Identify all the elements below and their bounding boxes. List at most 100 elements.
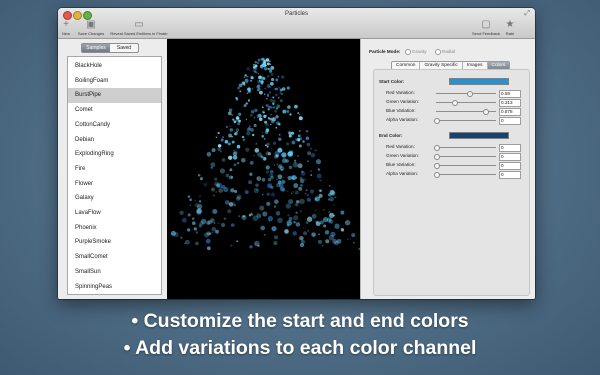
title-bar: Particles ⤢ + New ▣ Save Changes ▭ Revea… xyxy=(58,8,535,39)
send-feedback-button[interactable]: ▢ Send Feedback xyxy=(469,20,503,37)
particle xyxy=(292,231,297,236)
particle xyxy=(275,126,278,129)
rate-button[interactable]: ★ Rate xyxy=(503,20,517,37)
start-green-variation-slider[interactable] xyxy=(436,100,496,106)
particle xyxy=(269,106,273,109)
particle xyxy=(280,186,283,189)
tab-images[interactable]: Images xyxy=(463,62,488,69)
particle xyxy=(229,168,233,172)
end-alpha-variation-field[interactable]: 0 xyxy=(499,171,521,179)
emitter-list-item[interactable]: SmallSun xyxy=(68,265,161,280)
particle xyxy=(329,213,332,216)
end-green-variation-label: Green Variation: xyxy=(386,153,420,158)
particle xyxy=(257,113,262,118)
emitter-list-item[interactable]: CottonCandy xyxy=(68,118,161,133)
emitter-list-item[interactable]: BlackHole xyxy=(68,59,161,74)
particle xyxy=(189,204,192,207)
tab-gravity-specific[interactable]: Gravity Specific xyxy=(420,62,463,69)
radial-radio[interactable] xyxy=(435,49,441,55)
emitter-list-item[interactable]: SpinningPeas xyxy=(68,280,161,295)
particle xyxy=(221,185,226,189)
start-red-variation-field[interactable]: 0.59 xyxy=(499,90,521,98)
particle xyxy=(300,171,306,176)
start-alpha-variation-slider[interactable] xyxy=(434,118,496,124)
particle xyxy=(255,143,257,145)
particle xyxy=(318,233,320,236)
particle xyxy=(265,103,269,107)
end-green-variation-slider[interactable] xyxy=(434,154,496,160)
segment-samples[interactable]: Samples xyxy=(82,44,110,52)
particle xyxy=(265,126,267,129)
end-color-well[interactable] xyxy=(449,132,509,139)
emitter-list-item[interactable]: Comet xyxy=(68,103,161,118)
end-blue-variation-field[interactable]: 0 xyxy=(499,162,521,170)
particle xyxy=(341,228,345,232)
particle xyxy=(218,188,224,193)
end-red-variation-field[interactable]: 0 xyxy=(499,144,521,152)
particle xyxy=(276,163,279,165)
particle-mode-label: Particle Mode: xyxy=(369,49,401,54)
particle xyxy=(297,155,300,157)
start-alpha-variation-field[interactable]: 0 xyxy=(499,117,521,125)
emitter-list-item[interactable]: BurstPipe xyxy=(68,88,161,104)
end-blue-variation-knob[interactable] xyxy=(434,163,440,169)
emitter-list-item[interactable]: ExplodingRing xyxy=(68,147,161,162)
emitter-list-item[interactable]: Phoenix xyxy=(68,221,161,236)
start-green-variation-knob[interactable] xyxy=(451,100,458,106)
particle xyxy=(246,131,251,136)
start-color-well[interactable] xyxy=(449,78,509,85)
particle xyxy=(244,190,249,195)
end-alpha-variation-slider[interactable] xyxy=(434,172,496,178)
particle xyxy=(266,94,270,98)
particle-preview-canvas[interactable] xyxy=(167,39,361,299)
emitter-list-item[interactable]: Galaxy xyxy=(68,191,161,206)
plus-icon: + xyxy=(63,19,69,30)
new-button-label: New xyxy=(61,31,70,36)
particle xyxy=(299,137,303,140)
start-blue-variation-knob[interactable] xyxy=(483,109,490,115)
start-red-variation-knob[interactable] xyxy=(467,91,474,97)
emitter-list-item[interactable]: Fire xyxy=(68,162,161,177)
end-green-variation-field[interactable]: 0 xyxy=(499,153,521,161)
particle xyxy=(272,106,275,109)
emitter-list-item[interactable]: BoilingFoam xyxy=(68,74,161,89)
start-green-variation-field[interactable]: 0.313 xyxy=(499,99,521,107)
tab-common[interactable]: Common xyxy=(392,62,421,69)
particle xyxy=(269,68,273,71)
end-alpha-variation-knob[interactable] xyxy=(434,172,440,178)
emitter-list-item[interactable]: SmallComet xyxy=(68,250,161,265)
save-changes-button[interactable]: ▣ Save Changes xyxy=(74,20,108,37)
particle xyxy=(249,113,253,117)
gravity-radio[interactable] xyxy=(405,49,411,55)
particle xyxy=(286,86,290,90)
emitter-list-item[interactable]: LavaFlow xyxy=(68,206,161,221)
app-window: Particles ⤢ + New ▣ Save Changes ▭ Revea… xyxy=(58,8,535,299)
particle xyxy=(234,189,238,194)
end-green-variation-knob[interactable] xyxy=(434,154,440,160)
tab-colors[interactable]: Colors xyxy=(487,62,510,69)
start-red-variation-slider[interactable] xyxy=(436,91,496,97)
start-alpha-variation-knob[interactable] xyxy=(434,118,440,124)
particle xyxy=(263,234,266,236)
end-red-variation-slider[interactable] xyxy=(434,145,496,151)
particle xyxy=(271,77,275,82)
start-blue-variation-slider[interactable] xyxy=(436,109,496,115)
particle xyxy=(286,220,293,226)
end-red-variation-knob[interactable] xyxy=(434,145,440,151)
new-button[interactable]: + New xyxy=(60,19,72,37)
particle xyxy=(246,67,250,71)
particle xyxy=(295,222,301,227)
particle xyxy=(286,190,289,193)
start-blue-variation-field[interactable]: 0.878 xyxy=(499,108,521,116)
segment-saved[interactable]: Saved xyxy=(110,44,138,52)
end-blue-variation-slider[interactable] xyxy=(434,163,496,169)
particle xyxy=(282,109,287,114)
particle xyxy=(299,235,304,241)
fullscreen-icon[interactable]: ⤢ xyxy=(524,10,530,18)
emitter-list-item[interactable]: Debian xyxy=(68,133,161,148)
emitter-list-item[interactable]: Flower xyxy=(68,177,161,192)
emitter-list-item[interactable]: PurpleSmoke xyxy=(68,235,161,250)
sidebar: Samples Saved BlackHole BoilingFoam BurstP… xyxy=(58,39,167,299)
reveal-button[interactable]: ▭ Reveal Saved Emitters in Finder xyxy=(108,20,170,37)
particle xyxy=(199,195,202,198)
